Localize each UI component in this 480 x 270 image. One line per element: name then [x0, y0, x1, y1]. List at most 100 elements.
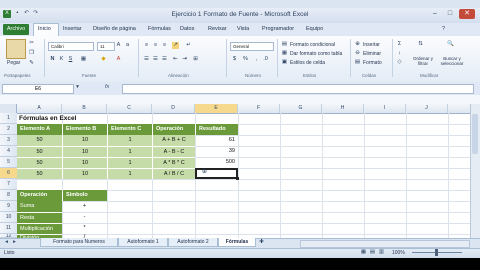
table-cell[interactable]: 50	[17, 146, 62, 157]
legend-header[interactable]: Operación	[17, 190, 62, 201]
currency-button[interactable]: $	[231, 56, 238, 63]
format-painter-icon[interactable]: ✎	[28, 60, 35, 67]
legend-symbol[interactable]: *	[62, 223, 107, 234]
table-cell[interactable]: 50	[17, 135, 62, 146]
row-header-10[interactable]: 10	[0, 212, 17, 223]
table-cell[interactable]: 61	[195, 135, 238, 146]
first-sheet-icon[interactable]: ◂	[3, 239, 10, 246]
table-cell[interactable]: 39	[195, 146, 238, 157]
legend-symbol[interactable]: -	[62, 212, 107, 223]
tab-diseno[interactable]: Diseño de página	[93, 26, 136, 32]
tab-insertar[interactable]: Insertar	[63, 26, 82, 32]
table-header[interactable]: Elemento C	[107, 124, 152, 135]
row-header-5[interactable]: 5	[0, 157, 17, 168]
autosum-icon[interactable]: Σ	[396, 41, 403, 48]
row-header-3[interactable]: 3	[0, 135, 17, 146]
fill-color-icon[interactable]: ◆	[100, 56, 107, 63]
table-cell[interactable]: 50	[17, 157, 62, 168]
align-bottom-icon[interactable]: ≡	[161, 42, 168, 49]
row-header-2[interactable]: 2	[0, 124, 17, 135]
fill-handle[interactable]	[236, 177, 239, 180]
shrink-font-icon[interactable]: a	[124, 42, 131, 49]
orientation-icon[interactable]: ↗	[172, 42, 179, 49]
table-cell[interactable]: A * B * C	[152, 157, 195, 168]
column-header-a[interactable]: A	[17, 104, 62, 113]
table-cell[interactable]: 1	[107, 135, 152, 146]
column-header-c[interactable]: C	[107, 104, 152, 113]
column-header-d[interactable]: D	[152, 104, 195, 113]
percent-button[interactable]: %	[242, 56, 249, 63]
table-cell[interactable]: 10	[62, 157, 107, 168]
table-cell[interactable]: A / B / C	[152, 168, 195, 179]
row-header-9[interactable]: 9	[0, 201, 17, 212]
table-header[interactable]: Elemento A	[17, 124, 62, 135]
copy-icon[interactable]: ❐	[28, 50, 35, 57]
row-header-11[interactable]: 11	[0, 223, 17, 234]
table-cell[interactable]: 10	[62, 146, 107, 157]
clear-icon[interactable]: ◇	[396, 59, 403, 66]
column-header-i[interactable]: I	[364, 104, 406, 113]
decrease-indent-icon[interactable]: ⇤	[172, 56, 179, 63]
name-box[interactable]: E6	[2, 84, 74, 94]
sheet-tab[interactable]: Autoformato 2	[168, 238, 218, 247]
table-cell[interactable]: 1	[107, 157, 152, 168]
table-header[interactable]: Resultado	[195, 124, 238, 135]
sheet-tab-active[interactable]: Fórmulas	[218, 238, 256, 247]
grow-font-icon[interactable]: A	[115, 42, 122, 49]
align-top-icon[interactable]: ≡	[143, 42, 150, 49]
fill-icon[interactable]: ↓	[396, 50, 403, 57]
align-center-icon[interactable]: ☰	[152, 56, 159, 63]
legend-header[interactable]: Símbolo	[62, 190, 107, 201]
page-layout-icon[interactable]: ▤	[369, 249, 376, 256]
number-format-select[interactable]: General	[230, 42, 274, 51]
format-table-button[interactable]: Dar formato como tabla	[290, 51, 342, 57]
legend-operation[interactable]: Resta	[17, 212, 62, 223]
close-button[interactable]: ✕	[459, 9, 475, 19]
tab-revisar[interactable]: Revisar	[208, 26, 227, 32]
wrap-text-icon[interactable]: ↵	[185, 42, 192, 49]
column-header-j[interactable]: J	[406, 104, 448, 113]
row-header-7[interactable]: 7	[0, 179, 17, 190]
underline-button[interactable]: S	[67, 56, 74, 63]
tab-formulas[interactable]: Fórmulas	[148, 26, 171, 32]
increase-indent-icon[interactable]: ⇥	[181, 56, 188, 63]
tab-inicio[interactable]: Inicio	[38, 26, 51, 32]
minimize-button[interactable]: –	[428, 9, 442, 19]
legend-operation[interactable]: Multiplicación	[17, 223, 62, 234]
sheet-title[interactable]: Fórmulas en Excel	[19, 113, 159, 124]
scrollbar-thumb[interactable]	[472, 114, 478, 154]
formula-input[interactable]	[122, 84, 474, 94]
row-header-6[interactable]: 6	[0, 168, 17, 179]
align-left-icon[interactable]: ☰	[143, 56, 150, 63]
table-cell[interactable]: A + B + C	[152, 135, 195, 146]
insert-button[interactable]: Insertar	[363, 42, 380, 48]
font-name-select[interactable]: Calibri	[48, 42, 94, 51]
cut-icon[interactable]: ✂	[28, 40, 35, 47]
decimal-increase-icon[interactable]: ,	[253, 56, 260, 63]
tab-file[interactable]: Archivo	[3, 24, 29, 35]
zoom-level[interactable]: 100%	[392, 250, 405, 256]
legend-operation[interactable]: Suma	[17, 201, 62, 212]
zoom-slider-thumb[interactable]	[435, 249, 438, 256]
table-header[interactable]: Operación	[152, 124, 195, 135]
font-size-select[interactable]: 11	[97, 42, 115, 51]
bold-button[interactable]: N	[49, 56, 56, 63]
row-header-1[interactable]: 1	[0, 113, 17, 124]
conditional-format-button[interactable]: Formato condicional	[290, 42, 335, 48]
tab-datos[interactable]: Datos	[180, 26, 194, 32]
table-cell[interactable]: 10	[62, 135, 107, 146]
column-header-e[interactable]: E	[195, 104, 238, 113]
table-header[interactable]: Elemento B	[62, 124, 107, 135]
horizontal-scrollbar[interactable]	[300, 240, 470, 248]
row-header-4[interactable]: 4	[0, 146, 17, 157]
column-header-g[interactable]: G	[280, 104, 322, 113]
table-cell[interactable]: A - B - C	[152, 146, 195, 157]
table-cell[interactable]: 1	[107, 168, 152, 179]
last-sheet-icon[interactable]: ▸	[11, 239, 18, 246]
maximize-button[interactable]: □	[443, 9, 457, 19]
font-color-icon[interactable]: A	[115, 56, 122, 63]
cell-styles-button[interactable]: Estilos de celda	[290, 60, 325, 66]
new-sheet-icon[interactable]: ✚	[258, 239, 265, 246]
find-select-button[interactable]: Buscar y seleccionar	[438, 56, 466, 66]
sort-filter-button[interactable]: Ordenar y filtrar	[410, 56, 436, 66]
